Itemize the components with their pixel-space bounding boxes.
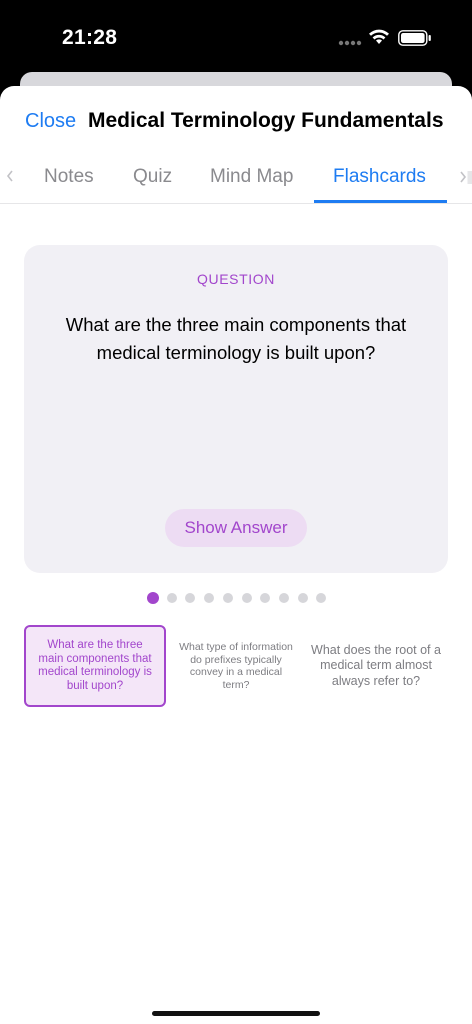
page-dot[interactable] — [185, 593, 196, 603]
flashcard[interactable]: QUESTION What are the three main compone… — [24, 245, 448, 573]
cellular-signal-icon — [338, 40, 362, 46]
page-title: Medical Terminology Fundamentals — [88, 109, 444, 132]
show-answer-button[interactable]: Show Answer — [165, 509, 307, 547]
nav-bar: Close Medical Terminology Fundamentals — [0, 86, 472, 156]
card-side-label: QUESTION — [197, 271, 275, 287]
flashcard-thumbnail[interactable]: What type of information do prefixes typ… — [165, 625, 307, 707]
flashcards-sheet: Close Medical Terminology Fundamentals N… — [0, 86, 472, 1024]
tab-strip: Notes Quiz Mind Map Flashcards — [0, 156, 472, 204]
status-bar: 21:28 — [0, 0, 472, 70]
page-indicator — [0, 592, 472, 604]
card-question: What are the three main components that … — [65, 314, 407, 363]
tab-mind-map[interactable]: Mind Map — [210, 166, 293, 188]
thumbnail-text: What does the root of a medical term alm… — [311, 642, 441, 688]
thumbnail-text: What are the three main components that … — [38, 639, 152, 692]
status-time: 21:28 — [62, 26, 118, 49]
tab-flashcards[interactable]: Flashcards — [333, 166, 426, 188]
flashcard-thumbnail[interactable]: What does the root of a medical term alm… — [305, 625, 447, 707]
close-button[interactable]: Close — [25, 110, 76, 133]
tab-quiz[interactable]: Quiz — [133, 166, 172, 188]
page-dot[interactable] — [166, 593, 177, 603]
page-dot[interactable] — [297, 593, 308, 603]
page-dot[interactable] — [316, 593, 327, 603]
chevron-left-icon[interactable] — [6, 170, 14, 182]
tab-notes[interactable]: Notes — [44, 166, 94, 188]
battery-icon — [398, 30, 431, 46]
page-dot[interactable] — [204, 593, 215, 603]
chevron-right-icon[interactable] — [459, 170, 472, 186]
page-dot[interactable] — [260, 593, 271, 603]
page-dot[interactable] — [147, 592, 159, 604]
flashcard-thumbnail[interactable]: What are the three main components that … — [24, 625, 166, 707]
active-tab-indicator — [314, 200, 447, 203]
thumbnail-text: What type of information do prefixes typ… — [179, 641, 293, 691]
page-dot[interactable] — [278, 593, 289, 603]
page-dot[interactable] — [222, 593, 233, 603]
home-indicator[interactable] — [152, 1011, 320, 1016]
page-dot[interactable] — [241, 593, 252, 603]
wifi-icon — [369, 29, 389, 44]
